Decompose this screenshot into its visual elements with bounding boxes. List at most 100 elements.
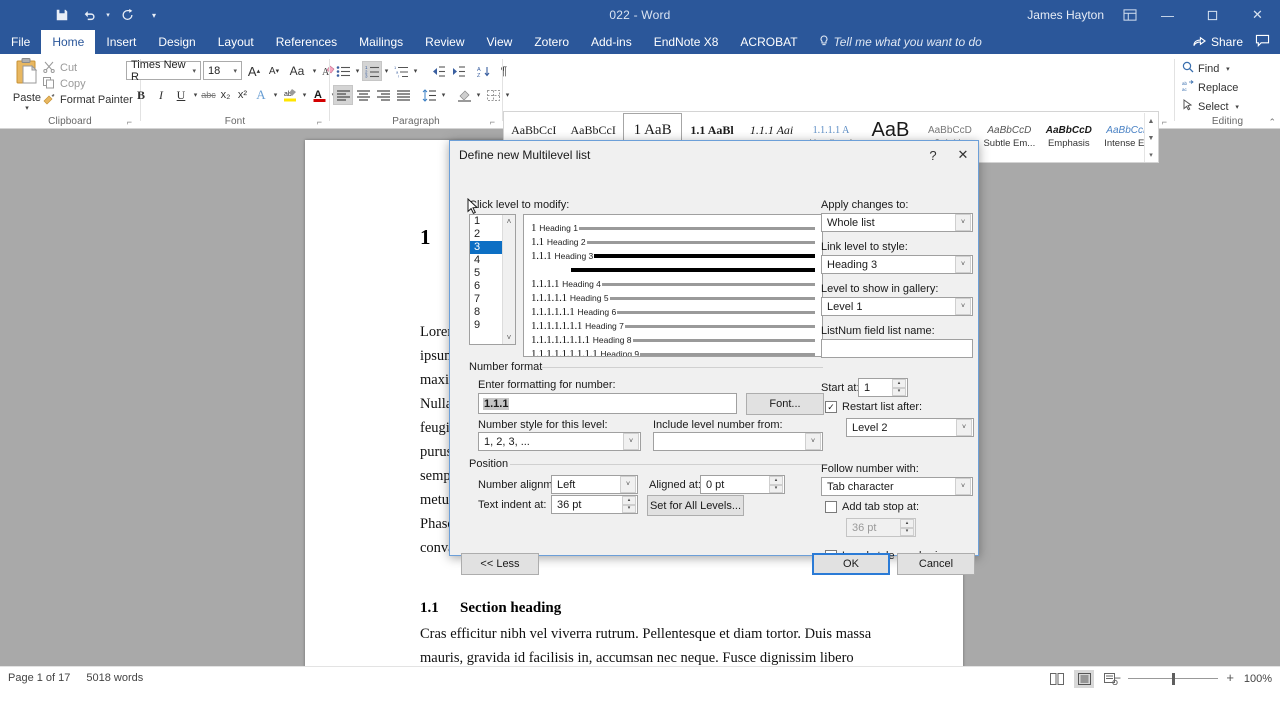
- enter-formatting-input[interactable]: 1.1.1: [478, 393, 737, 414]
- decrease-indent-icon[interactable]: [428, 61, 448, 81]
- cancel-button[interactable]: Cancel: [897, 553, 975, 575]
- tab-layout[interactable]: Layout: [207, 30, 265, 54]
- font-name-input[interactable]: Times New R ▾: [126, 61, 201, 80]
- replace-button[interactable]: abac Replace: [1182, 78, 1242, 97]
- set-for-all-levels-button[interactable]: Set for All Levels...: [647, 495, 744, 516]
- cut-button[interactable]: Cut: [40, 60, 136, 76]
- scroll-up-icon[interactable]: ▲: [1145, 113, 1157, 129]
- customize-quick-access-icon[interactable]: ▾: [142, 3, 166, 27]
- align-center-icon[interactable]: [353, 85, 373, 105]
- tab-references[interactable]: References: [265, 30, 348, 54]
- save-icon[interactable]: [50, 3, 74, 27]
- clipboard-dialog-launcher[interactable]: ⌐: [127, 117, 132, 127]
- listnum-input[interactable]: [821, 339, 973, 358]
- numbered-list-icon[interactable]: 123: [362, 61, 382, 81]
- spinner-buttons[interactable]: ▴▾: [769, 476, 783, 493]
- tab-acrobat[interactable]: ACROBAT: [729, 30, 808, 54]
- subscript-button[interactable]: x₂: [217, 85, 234, 105]
- checkbox-icon[interactable]: [825, 501, 837, 513]
- user-account-name[interactable]: James Hayton: [1027, 8, 1114, 22]
- bullet-list-icon[interactable]: [333, 61, 353, 81]
- copy-button[interactable]: Copy: [40, 76, 136, 92]
- font-color-icon[interactable]: A: [309, 85, 329, 105]
- align-left-icon[interactable]: [333, 85, 353, 105]
- print-layout-button[interactable]: [1074, 670, 1094, 688]
- maximize-restore-button[interactable]: [1190, 0, 1235, 30]
- find-button[interactable]: Find ▾: [1182, 59, 1242, 78]
- redo-icon[interactable]: [115, 3, 139, 27]
- dialog-close-button[interactable]: ✕: [948, 142, 978, 168]
- tab-insert[interactable]: Insert: [95, 30, 147, 54]
- style-emphasis[interactable]: AaBbCcD Emphasis: [1039, 113, 1098, 161]
- close-button[interactable]: ✕: [1235, 0, 1280, 30]
- chevron-down-icon[interactable]: ▾: [353, 67, 362, 75]
- superscript-button[interactable]: x²: [234, 85, 251, 105]
- styles-dialog-launcher[interactable]: ⌐: [1162, 117, 1167, 127]
- underline-button[interactable]: U: [171, 85, 191, 105]
- line-spacing-icon[interactable]: [419, 85, 439, 105]
- change-case-button[interactable]: Aa: [284, 61, 310, 81]
- include-level-combo[interactable]: ˅: [653, 432, 823, 451]
- chevron-down-icon[interactable]: ▾: [411, 67, 420, 75]
- aligned-at-spinner[interactable]: 0 pt ▴▾: [700, 475, 785, 494]
- tab-home[interactable]: Home: [41, 30, 95, 54]
- number-alignment-combo[interactable]: Left ˅: [551, 475, 638, 494]
- font-button[interactable]: Font...: [746, 393, 824, 415]
- italic-button[interactable]: I: [151, 85, 171, 105]
- undo-dropdown-icon[interactable]: ▾: [104, 3, 112, 27]
- chevron-down-icon[interactable]: ▾: [474, 91, 483, 99]
- tab-mailings[interactable]: Mailings: [348, 30, 414, 54]
- style-subtle-emphasis[interactable]: AaBbCcD Subtle Em...: [980, 113, 1039, 161]
- restart-list-checkbox[interactable]: ✓ Restart list after:: [825, 401, 922, 413]
- share-button[interactable]: Share: [1193, 35, 1243, 50]
- spinner-buttons[interactable]: ▴▾: [892, 379, 906, 396]
- tell-me-search[interactable]: Tell me what you want to do: [809, 30, 992, 54]
- chevron-down-icon[interactable]: ˅: [620, 476, 636, 493]
- zoom-level[interactable]: 100%: [1238, 673, 1272, 685]
- font-dialog-launcher[interactable]: ⌐: [317, 117, 322, 127]
- borders-icon[interactable]: [483, 85, 503, 105]
- follow-number-combo[interactable]: Tab character ˅: [821, 477, 973, 496]
- shrink-font-button[interactable]: A▾: [264, 61, 284, 81]
- scroll-down-icon[interactable]: ˅: [503, 331, 515, 344]
- chevron-down-icon[interactable]: ▾: [191, 91, 200, 99]
- scroll-up-icon[interactable]: ˄: [503, 215, 515, 228]
- chevron-down-icon[interactable]: ▾: [231, 67, 239, 75]
- start-at-spinner[interactable]: 1 ▴▾: [858, 378, 908, 397]
- tab-view[interactable]: View: [476, 30, 524, 54]
- tab-file[interactable]: File: [0, 30, 41, 54]
- restart-level-combo[interactable]: Level 2 ˅: [846, 418, 974, 437]
- chevron-down-icon[interactable]: ˅: [955, 298, 971, 315]
- chevron-down-icon[interactable]: ▾: [439, 91, 448, 99]
- ribbon-display-options-icon[interactable]: [1114, 0, 1145, 30]
- apply-changes-combo[interactable]: Whole list ˅: [821, 213, 973, 232]
- sort-icon[interactable]: AZ: [474, 61, 494, 81]
- word-count[interactable]: 5018 words: [86, 672, 143, 684]
- styles-more-icon[interactable]: ▾: [1145, 147, 1157, 163]
- chevron-down-icon[interactable]: ˅: [956, 419, 972, 436]
- align-right-icon[interactable]: [373, 85, 393, 105]
- tab-zotero[interactable]: Zotero: [523, 30, 580, 54]
- chevron-down-icon[interactable]: ▾: [1233, 103, 1242, 111]
- grow-font-button[interactable]: A▴: [244, 61, 264, 81]
- zoom-out-button[interactable]: −: [1114, 671, 1121, 685]
- tab-endnote[interactable]: EndNote X8: [643, 30, 730, 54]
- spinner-buttons[interactable]: ▴▾: [622, 496, 636, 513]
- justify-icon[interactable]: [393, 85, 413, 105]
- chevron-down-icon[interactable]: ▾: [1223, 65, 1232, 73]
- level-list-scrollbar[interactable]: ˄ ˅: [502, 215, 515, 344]
- chevron-down-icon[interactable]: ˅: [955, 214, 971, 231]
- number-style-combo[interactable]: 1, 2, 3, ... ˅: [478, 432, 641, 451]
- zoom-slider[interactable]: − +: [1128, 672, 1218, 686]
- page-indicator[interactable]: Page 1 of 17: [8, 672, 70, 684]
- bold-button[interactable]: B: [131, 85, 151, 105]
- chevron-down-icon[interactable]: ˅: [955, 478, 971, 495]
- select-button[interactable]: Select ▾: [1182, 97, 1242, 116]
- read-mode-button[interactable]: [1047, 670, 1067, 688]
- chevron-down-icon[interactable]: ˅: [623, 433, 639, 450]
- comments-icon[interactable]: [1255, 34, 1276, 50]
- paragraph-dialog-launcher[interactable]: ⌐: [490, 117, 495, 127]
- tab-review[interactable]: Review: [414, 30, 475, 54]
- font-size-input[interactable]: 18 ▾: [203, 61, 242, 80]
- undo-icon[interactable]: [77, 3, 101, 27]
